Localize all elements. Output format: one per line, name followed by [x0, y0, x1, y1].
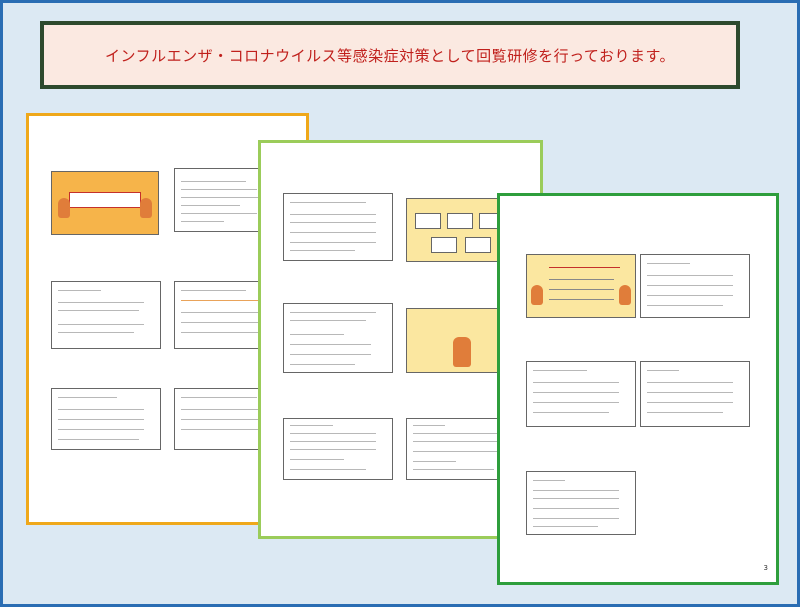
- handout-page-3: 3: [497, 193, 779, 585]
- slide-12: [526, 361, 636, 427]
- keyword-box: [447, 213, 473, 229]
- point-cover-slide: [526, 254, 636, 318]
- character-illustration: [619, 285, 631, 305]
- character-illustration: [58, 198, 70, 218]
- keyword-box: [431, 237, 457, 253]
- cover-slide: [51, 171, 159, 235]
- character-illustration: [140, 198, 152, 218]
- slide-7: [283, 303, 393, 373]
- character-illustration: [453, 337, 471, 367]
- slide-14: [526, 471, 636, 535]
- cover-title-box: [68, 192, 142, 208]
- poster-frame: インフルエンザ・コロナウイルス等感染症対策として回覧研修を行っております。 3: [0, 0, 800, 607]
- banner-text: インフルエンザ・コロナウイルス等感染症対策として回覧研修を行っております。: [105, 46, 675, 65]
- slide-11: [640, 254, 750, 318]
- title-banner: インフルエンザ・コロナウイルス等感染症対策として回覧研修を行っております。: [40, 21, 740, 89]
- slide-3: [51, 388, 161, 450]
- page-number: 3: [763, 564, 768, 572]
- keyword-box: [465, 237, 491, 253]
- character-illustration: [531, 285, 543, 305]
- slide-1: [51, 281, 161, 349]
- slide-13: [640, 361, 750, 427]
- slide-9: [283, 418, 393, 480]
- keyword-box: [415, 213, 441, 229]
- slide-5: [283, 193, 393, 261]
